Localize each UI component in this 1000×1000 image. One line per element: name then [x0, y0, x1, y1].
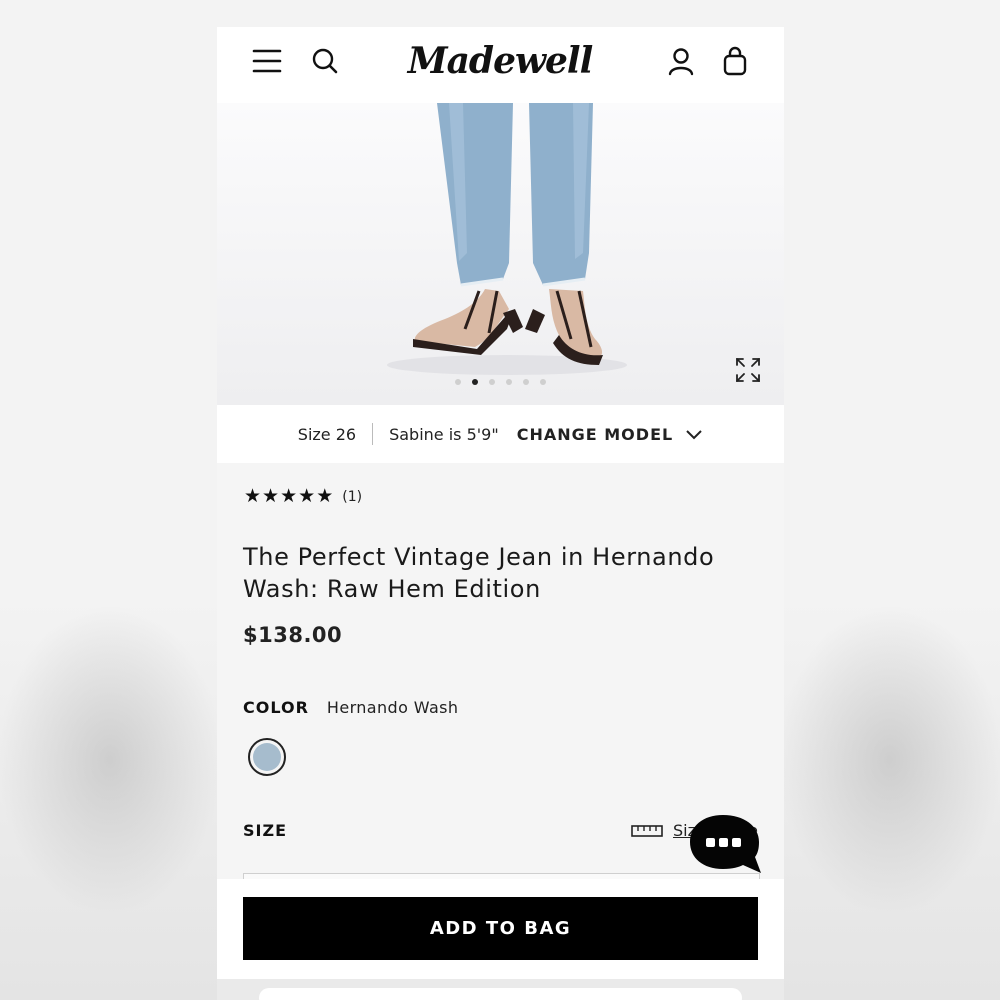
model-photo — [387, 103, 627, 375]
star-icon: ★ — [280, 485, 298, 507]
sticky-footer: ADD TO BAG — [217, 879, 784, 979]
star-icon: ★ — [316, 485, 334, 507]
search-icon[interactable] — [307, 43, 343, 79]
carousel-dot[interactable] — [540, 379, 546, 385]
color-value: Hernando Wash — [326, 698, 459, 717]
star-icon: ★ — [298, 485, 316, 507]
carousel-dots[interactable] — [217, 379, 784, 385]
chat-bubble-icon[interactable] — [687, 813, 763, 875]
size-label: SIZE — [243, 821, 288, 840]
browser-bottom-bar — [217, 979, 784, 1000]
model-size: Size 26 — [297, 424, 357, 444]
carousel-dot[interactable] — [489, 379, 495, 385]
change-model-button[interactable]: CHANGE MODEL — [517, 425, 703, 444]
carousel-dot[interactable] — [523, 379, 529, 385]
change-model-label: CHANGE MODEL — [516, 424, 674, 444]
add-to-bag-button[interactable]: ADD TO BAG — [243, 897, 758, 960]
star-icon: ★ — [244, 485, 262, 507]
ruler-icon — [631, 824, 663, 837]
product-rating[interactable]: ★★★★★ (1) — [244, 487, 362, 506]
hamburger-menu-icon[interactable] — [249, 43, 285, 79]
expand-icon[interactable] — [734, 356, 762, 384]
chevron-down-icon — [686, 430, 702, 440]
star-rating: ★★★★★ — [244, 487, 334, 506]
carousel-dot[interactable] — [506, 379, 512, 385]
user-account-icon[interactable] — [663, 43, 699, 79]
carousel-dot[interactable] — [455, 379, 461, 385]
model-height: Sabine is 5'9" — [389, 424, 499, 444]
color-swatch-hernando-wash[interactable] — [248, 738, 286, 776]
product-image[interactable] — [217, 103, 784, 405]
shopping-bag-icon[interactable] — [717, 43, 753, 79]
mobile-screen: Madewell Size 26 Sabine is 5'9" CHANGE M… — [217, 27, 784, 1000]
model-info-bar: Size 26 Sabine is 5'9" CHANGE MODEL — [217, 405, 784, 463]
color-label: COLOR — [243, 698, 309, 717]
address-bar[interactable] — [259, 988, 742, 1000]
product-price: $138.00 — [243, 623, 343, 647]
star-icon: ★ — [262, 485, 280, 507]
site-header: Madewell — [217, 27, 784, 103]
product-title: The Perfect Vintage Jean in Hernando Was… — [243, 543, 715, 603]
divider — [372, 423, 374, 445]
color-row: COLOR Hernando Wash — [243, 698, 458, 717]
brand-logo[interactable]: Madewell — [400, 35, 600, 87]
carousel-dot[interactable] — [472, 379, 478, 385]
swatch-fill — [253, 743, 281, 771]
review-count[interactable]: (1) — [342, 489, 362, 505]
